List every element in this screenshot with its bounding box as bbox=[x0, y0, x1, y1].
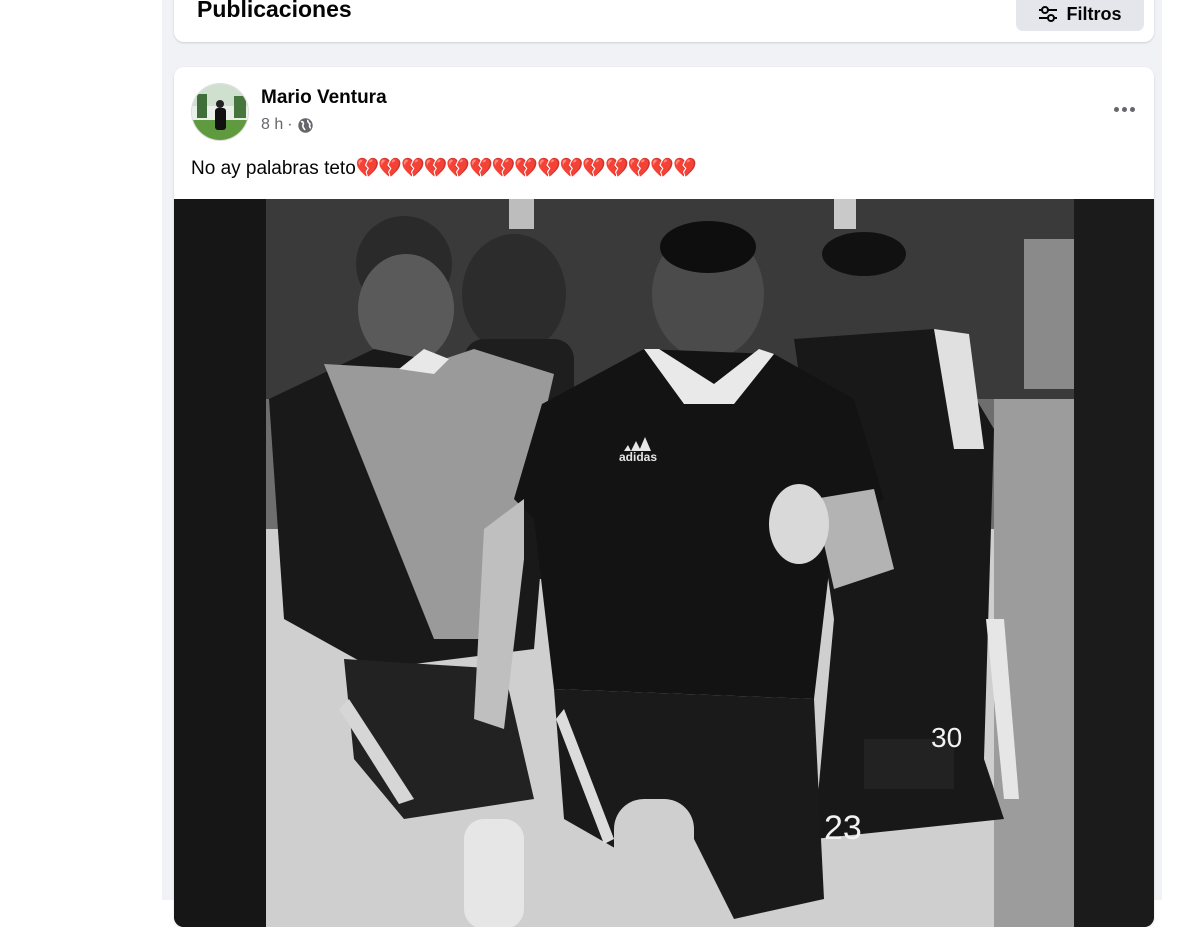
jersey-number: 23 bbox=[824, 809, 862, 847]
jersey-number: 30 bbox=[931, 722, 962, 753]
filters-button[interactable]: Filtros bbox=[1016, 0, 1144, 31]
brand-text: adidas bbox=[619, 450, 657, 464]
page-title: Publicaciones bbox=[197, 0, 352, 22]
globe-icon[interactable] bbox=[297, 117, 314, 134]
post-time[interactable]: 8 h bbox=[261, 116, 283, 134]
post-author[interactable]: Mario Ventura bbox=[261, 87, 387, 109]
post-photo[interactable]: adidas 23 30 bbox=[174, 199, 1154, 927]
avatar-image bbox=[192, 84, 248, 140]
photo-players-training: adidas 23 30 bbox=[174, 199, 1154, 927]
sliders-icon bbox=[1038, 6, 1058, 22]
broken-hearts: 💔💔💔💔💔💔💔💔💔💔💔💔💔💔💔 bbox=[355, 158, 697, 179]
post-text: No ay palabras teto💔💔💔💔💔💔💔💔💔💔💔💔💔💔💔 bbox=[191, 156, 697, 180]
filters-label: Filtros bbox=[1066, 3, 1122, 24]
more-options-icon[interactable] bbox=[1108, 93, 1140, 125]
meta-separator: · bbox=[287, 116, 293, 133]
posts-header-card: Publicaciones Filtros bbox=[174, 0, 1154, 42]
avatar[interactable] bbox=[191, 83, 249, 141]
post-card: Mario Ventura 8 h · No ay palabras teto💔… bbox=[174, 67, 1154, 927]
post-message: No ay palabras teto bbox=[191, 158, 356, 179]
post-meta: 8 h · bbox=[261, 116, 314, 134]
